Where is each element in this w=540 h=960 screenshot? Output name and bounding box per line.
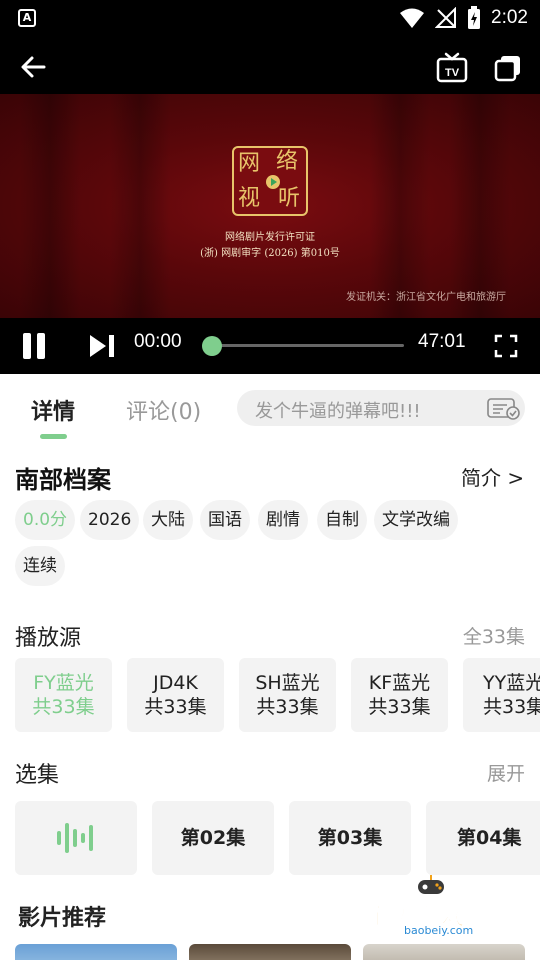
source-card[interactable]: FY蓝光 共33集: [15, 658, 112, 732]
source-count: 共33集: [32, 696, 95, 718]
intro-link[interactable]: 简介 >: [461, 462, 524, 491]
episode-card-playing[interactable]: [15, 801, 137, 875]
no-signal-icon: [435, 7, 457, 28]
play-icon: [266, 175, 280, 189]
episodes-title: 选集: [15, 763, 60, 788]
genre-tag[interactable]: 自制: [317, 500, 367, 540]
danmaku-input[interactable]: 发个牛逼的弹幕吧!!!: [237, 390, 525, 426]
year-tag[interactable]: 2026: [80, 500, 140, 540]
gamepad-icon: [418, 875, 444, 894]
next-episode-icon[interactable]: [88, 334, 116, 358]
battery-charging-icon: [468, 6, 481, 29]
danmaku-placeholder: 发个牛逼的弹幕吧!!!: [255, 401, 421, 422]
source-card[interactable]: YY蓝光 共33集: [463, 658, 540, 732]
source-count: 共33集: [368, 696, 431, 718]
watermark-url: baobeiy.com: [404, 924, 474, 937]
tab-detail-label: 详情: [31, 400, 76, 425]
source-name: JD4K: [153, 672, 198, 694]
seal-char: 视: [238, 186, 261, 211]
source-count: 共33集: [144, 696, 207, 718]
genre-tag[interactable]: 文学改编: [374, 500, 458, 540]
episodes-expand-link[interactable]: 展开: [487, 759, 525, 786]
license-number: (浙) 网剧审字 (2026) 第010号: [200, 248, 340, 259]
rating-tag: 0.0分: [15, 500, 76, 540]
pause-icon[interactable]: [22, 333, 48, 359]
episode-card[interactable]: 第03集: [289, 801, 411, 875]
fullscreen-icon[interactable]: [494, 334, 518, 358]
tv-cast-icon[interactable]: TV: [436, 52, 468, 84]
region-tag[interactable]: 大陆: [143, 500, 193, 540]
show-title: 南部档案: [15, 466, 111, 494]
network-av-seal-logo: 网 络 视 听: [232, 146, 308, 216]
source-card[interactable]: KF蓝光 共33集: [351, 658, 448, 732]
recommend-title: 影片推荐: [18, 906, 107, 931]
license-issuer: 发证机关：浙江省文化广电和旅游厅: [346, 292, 506, 303]
svg-text:TV: TV: [445, 67, 460, 79]
seal-char: 络: [276, 149, 299, 174]
source-count: 共33集: [483, 696, 540, 718]
status-time: 2:02: [491, 7, 528, 28]
detail-tabs: 详情 评论(0) 发个牛逼的弹幕吧!!!: [0, 378, 540, 439]
progress-thumb[interactable]: [202, 336, 222, 356]
site-watermark: 宝贝游戏网 baobeiy.com: [364, 874, 514, 940]
genre-tag[interactable]: 剧情: [258, 500, 308, 540]
genre-tag[interactable]: 连续: [15, 546, 65, 586]
recommend-thumbnail[interactable]: [15, 944, 177, 960]
source-name: KF蓝光: [368, 672, 431, 694]
now-playing-icon: [57, 823, 93, 853]
episode-card[interactable]: 第04集: [426, 801, 540, 875]
current-time: 00:00: [134, 331, 182, 352]
language-tag[interactable]: 国语: [200, 500, 250, 540]
picture-in-picture-icon[interactable]: [494, 54, 522, 82]
source-name: FY蓝光: [33, 672, 94, 694]
license-title: 网络剧片发行许可证: [225, 232, 315, 243]
wifi-icon: [400, 8, 425, 28]
tab-comments[interactable]: 评论(0): [126, 394, 201, 426]
source-name: YY蓝光: [483, 672, 540, 694]
player-top-bar: TV: [0, 38, 540, 94]
sources-title: 播放源: [15, 626, 82, 651]
seal-char: 听: [278, 186, 301, 211]
total-time: 47:01: [418, 331, 466, 352]
status-icons: 2:02: [399, 6, 528, 30]
source-card[interactable]: SH蓝光 共33集: [239, 658, 336, 732]
video-player[interactable]: 网 络 视 听 网络剧片发行许可证 (浙) 网剧审字 (2026) 第010号 …: [0, 94, 540, 318]
tab-active-indicator: [40, 434, 67, 439]
status-bar: A 2:02: [0, 0, 540, 38]
recommend-thumbnail[interactable]: [189, 944, 351, 960]
sources-all-link[interactable]: 全33集: [463, 622, 525, 649]
back-arrow-icon[interactable]: [18, 52, 48, 82]
app-notification-icon: A: [18, 9, 36, 27]
source-card[interactable]: JD4K 共33集: [127, 658, 224, 732]
source-count: 共33集: [256, 696, 319, 718]
danmaku-settings-icon[interactable]: [487, 398, 521, 420]
source-name: SH蓝光: [255, 672, 320, 694]
player-controls: 00:00 47:01: [0, 318, 540, 374]
episode-card[interactable]: 第02集: [152, 801, 274, 875]
tab-detail[interactable]: 详情: [31, 394, 76, 439]
seal-char: 网: [238, 151, 261, 176]
progress-track[interactable]: [212, 344, 404, 347]
recommend-thumbnail[interactable]: [363, 944, 525, 960]
